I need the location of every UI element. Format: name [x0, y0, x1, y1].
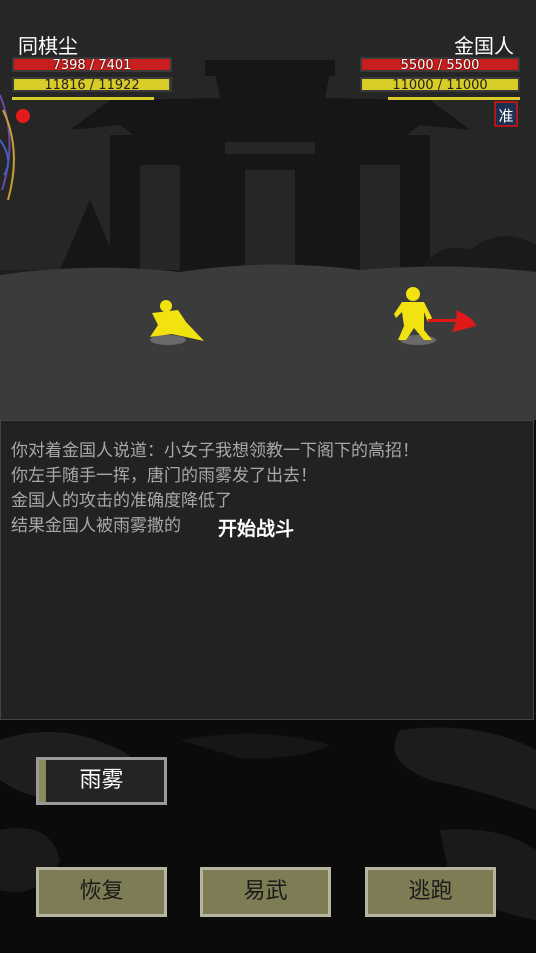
enemy-action-gauge — [388, 97, 520, 100]
accuracy-status-badge: 准 — [494, 101, 518, 127]
player-mp-bar: 11816 / 11922 — [12, 77, 172, 93]
enemy-mp-bar: 11000 / 11000 — [360, 77, 520, 93]
action-panel: 雨雾 恢复 易武 逃跑 — [0, 720, 536, 953]
log-line: 你对着金国人说道：小女子我想领教一下阁下的高招！ — [11, 441, 419, 461]
flee-button[interactable]: 逃跑 — [365, 867, 496, 917]
red-marker-icon — [16, 109, 30, 123]
player-shadow — [150, 335, 186, 345]
enemy-name: 金国人 — [454, 34, 514, 58]
player-hp-bar: 7398 / 7401 — [12, 57, 172, 73]
battle-log-panel: 你对着金国人说道：小女子我想领教一下阁下的高招！ 你左手随手一挥，唐门的雨雾发了… — [0, 420, 534, 720]
skill-button-label: 雨雾 — [79, 768, 124, 793]
smoke-background — [0, 727, 536, 920]
player-mp-text: 11816 / 11922 — [44, 78, 140, 93]
enemy-hp-text: 5500 / 5500 — [400, 58, 480, 73]
skill-button-yuwu[interactable]: 雨雾 — [36, 757, 167, 805]
log-line: 金国人的攻击的准确度降低了 — [11, 491, 232, 511]
flee-button-label: 逃跑 — [408, 879, 453, 904]
player-action-gauge — [12, 97, 154, 100]
player-name: 同棋尘 — [18, 34, 78, 58]
enemy-mp-text: 11000 / 11000 — [392, 78, 488, 93]
battle-start-banner: 开始战斗 — [218, 518, 295, 540]
switch-weapon-button[interactable]: 易武 — [200, 867, 331, 917]
recover-button-label: 恢复 — [79, 879, 124, 904]
battle-stage: 同棋尘 7398 / 7401 11816 / 11922 金国人 5500 /… — [0, 0, 536, 420]
log-line: 你左手随手一挥，唐门的雨雾发了出去！ — [11, 466, 317, 486]
player-hp-text: 7398 / 7401 — [52, 58, 132, 73]
switch-weapon-button-label: 易武 — [243, 879, 288, 904]
recover-button[interactable]: 恢复 — [36, 867, 167, 917]
skill-button-accent — [39, 760, 46, 802]
enemy-hp-bar: 5500 / 5500 — [360, 57, 520, 73]
